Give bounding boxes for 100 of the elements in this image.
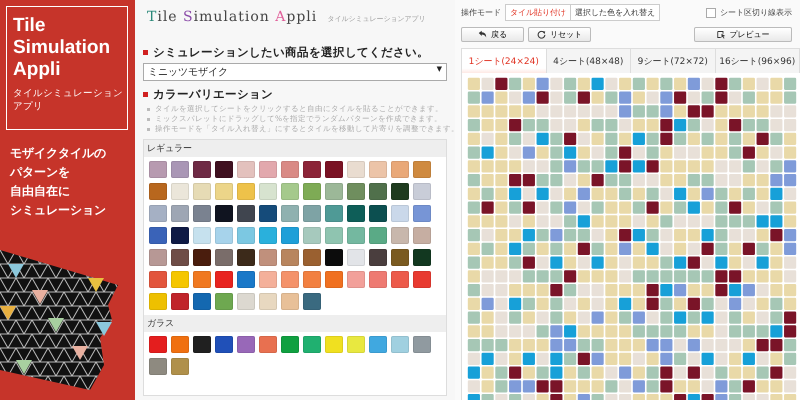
tile-swatch[interactable]: [193, 161, 211, 178]
tile-swatch[interactable]: [171, 249, 189, 266]
tile-swatch[interactable]: [369, 249, 387, 266]
sheet-tab[interactable]: 1シート(24×24): [462, 49, 546, 73]
tile-swatch[interactable]: [259, 249, 277, 266]
reset-button[interactable]: リセット: [528, 27, 591, 42]
tile-swatch[interactable]: [237, 271, 255, 288]
tile-swatch[interactable]: [347, 205, 365, 222]
tile-swatch[interactable]: [281, 205, 299, 222]
tile-swatch[interactable]: [325, 249, 343, 266]
tile-swatch[interactable]: [391, 249, 409, 266]
tile-swatch[interactable]: [303, 271, 321, 288]
tile-swatch[interactable]: [303, 336, 321, 353]
tile-grid-drawing[interactable]: [467, 77, 797, 400]
preview-button[interactable]: プレビュー: [694, 27, 792, 42]
tile-swatch[interactable]: [237, 336, 255, 353]
tile-swatch[interactable]: [325, 336, 343, 353]
tile-swatch[interactable]: [413, 271, 431, 288]
tile-swatch[interactable]: [259, 205, 277, 222]
tile-swatch[interactable]: [303, 183, 321, 200]
tile-swatch[interactable]: [237, 249, 255, 266]
tile-swatch[interactable]: [281, 161, 299, 178]
tile-swatch[interactable]: [215, 249, 233, 266]
tile-swatch[interactable]: [347, 183, 365, 200]
tile-swatch[interactable]: [391, 183, 409, 200]
tile-swatch[interactable]: [193, 227, 211, 244]
tile-swatch[interactable]: [215, 227, 233, 244]
checkbox[interactable]: [706, 8, 716, 18]
tile-swatch[interactable]: [215, 205, 233, 222]
tile-swatch[interactable]: [347, 249, 365, 266]
tile-swatch[interactable]: [149, 271, 167, 288]
tile-swatch[interactable]: [259, 183, 277, 200]
tile-swatch[interactable]: [215, 336, 233, 353]
tile-swatch[interactable]: [413, 205, 431, 222]
tile-swatch[interactable]: [347, 336, 365, 353]
tile-swatch[interactable]: [149, 249, 167, 266]
tile-swatch[interactable]: [303, 227, 321, 244]
tile-swatch[interactable]: [237, 183, 255, 200]
tile-swatch[interactable]: [259, 161, 277, 178]
tile-swatch[interactable]: [149, 358, 167, 375]
tile-swatch[interactable]: [259, 271, 277, 288]
tile-swatch[interactable]: [391, 161, 409, 178]
tile-swatch[interactable]: [413, 161, 431, 178]
tile-swatch[interactable]: [325, 227, 343, 244]
tile-swatch[interactable]: [303, 205, 321, 222]
tile-swatch[interactable]: [259, 227, 277, 244]
tile-swatch[interactable]: [391, 227, 409, 244]
tile-swatch[interactable]: [171, 227, 189, 244]
tile-swatch[interactable]: [413, 336, 431, 353]
tile-swatch[interactable]: [413, 249, 431, 266]
tile-swatch[interactable]: [413, 227, 431, 244]
tile-swatch[interactable]: [325, 183, 343, 200]
tile-swatch[interactable]: [303, 293, 321, 310]
tile-swatch[interactable]: [149, 161, 167, 178]
sheet-tab[interactable]: 16シート(96×96): [714, 49, 799, 73]
tile-swatch[interactable]: [215, 293, 233, 310]
tile-swatch[interactable]: [237, 205, 255, 222]
tile-swatch[interactable]: [193, 293, 211, 310]
tile-swatch[interactable]: [237, 293, 255, 310]
tile-swatch[interactable]: [369, 205, 387, 222]
tile-swatch[interactable]: [391, 205, 409, 222]
tile-swatch[interactable]: [193, 183, 211, 200]
back-button[interactable]: 戻る: [461, 27, 524, 42]
tile-swatch[interactable]: [149, 227, 167, 244]
tile-swatch[interactable]: [369, 227, 387, 244]
tile-swatch[interactable]: [281, 227, 299, 244]
tile-swatch[interactable]: [259, 293, 277, 310]
tile-swatch[interactable]: [149, 205, 167, 222]
tile-swatch[interactable]: [171, 293, 189, 310]
tile-swatch[interactable]: [369, 161, 387, 178]
tile-swatch[interactable]: [215, 161, 233, 178]
tile-swatch[interactable]: [391, 271, 409, 288]
tile-swatch[interactable]: [369, 336, 387, 353]
tile-swatch[interactable]: [281, 336, 299, 353]
tile-swatch[interactable]: [149, 293, 167, 310]
tile-swatch[interactable]: [171, 161, 189, 178]
tile-swatch[interactable]: [149, 183, 167, 200]
mode-toggle[interactable]: 選択した色を入れ替え: [570, 5, 659, 20]
tile-swatch[interactable]: [149, 336, 167, 353]
tile-swatch[interactable]: [303, 161, 321, 178]
tile-swatch[interactable]: [281, 249, 299, 266]
tile-swatch[interactable]: [171, 336, 189, 353]
tile-swatch[interactable]: [171, 358, 189, 375]
tile-swatch[interactable]: [215, 271, 233, 288]
tile-swatch[interactable]: [259, 336, 277, 353]
tile-swatch[interactable]: [391, 336, 409, 353]
tile-swatch[interactable]: [215, 183, 233, 200]
sheet-tab[interactable]: 9シート(72×72): [630, 49, 714, 73]
tile-swatch[interactable]: [237, 227, 255, 244]
tile-swatch[interactable]: [193, 271, 211, 288]
tile-swatch[interactable]: [171, 183, 189, 200]
tile-swatch[interactable]: [347, 227, 365, 244]
tile-swatch[interactable]: [281, 293, 299, 310]
tile-swatch[interactable]: [347, 271, 365, 288]
tile-swatch[interactable]: [413, 183, 431, 200]
tile-swatch[interactable]: [369, 271, 387, 288]
tile-swatch[interactable]: [281, 183, 299, 200]
tile-swatch[interactable]: [171, 205, 189, 222]
tile-swatch[interactable]: [171, 271, 189, 288]
sheet-tab[interactable]: 4シート(48×48): [546, 49, 630, 73]
